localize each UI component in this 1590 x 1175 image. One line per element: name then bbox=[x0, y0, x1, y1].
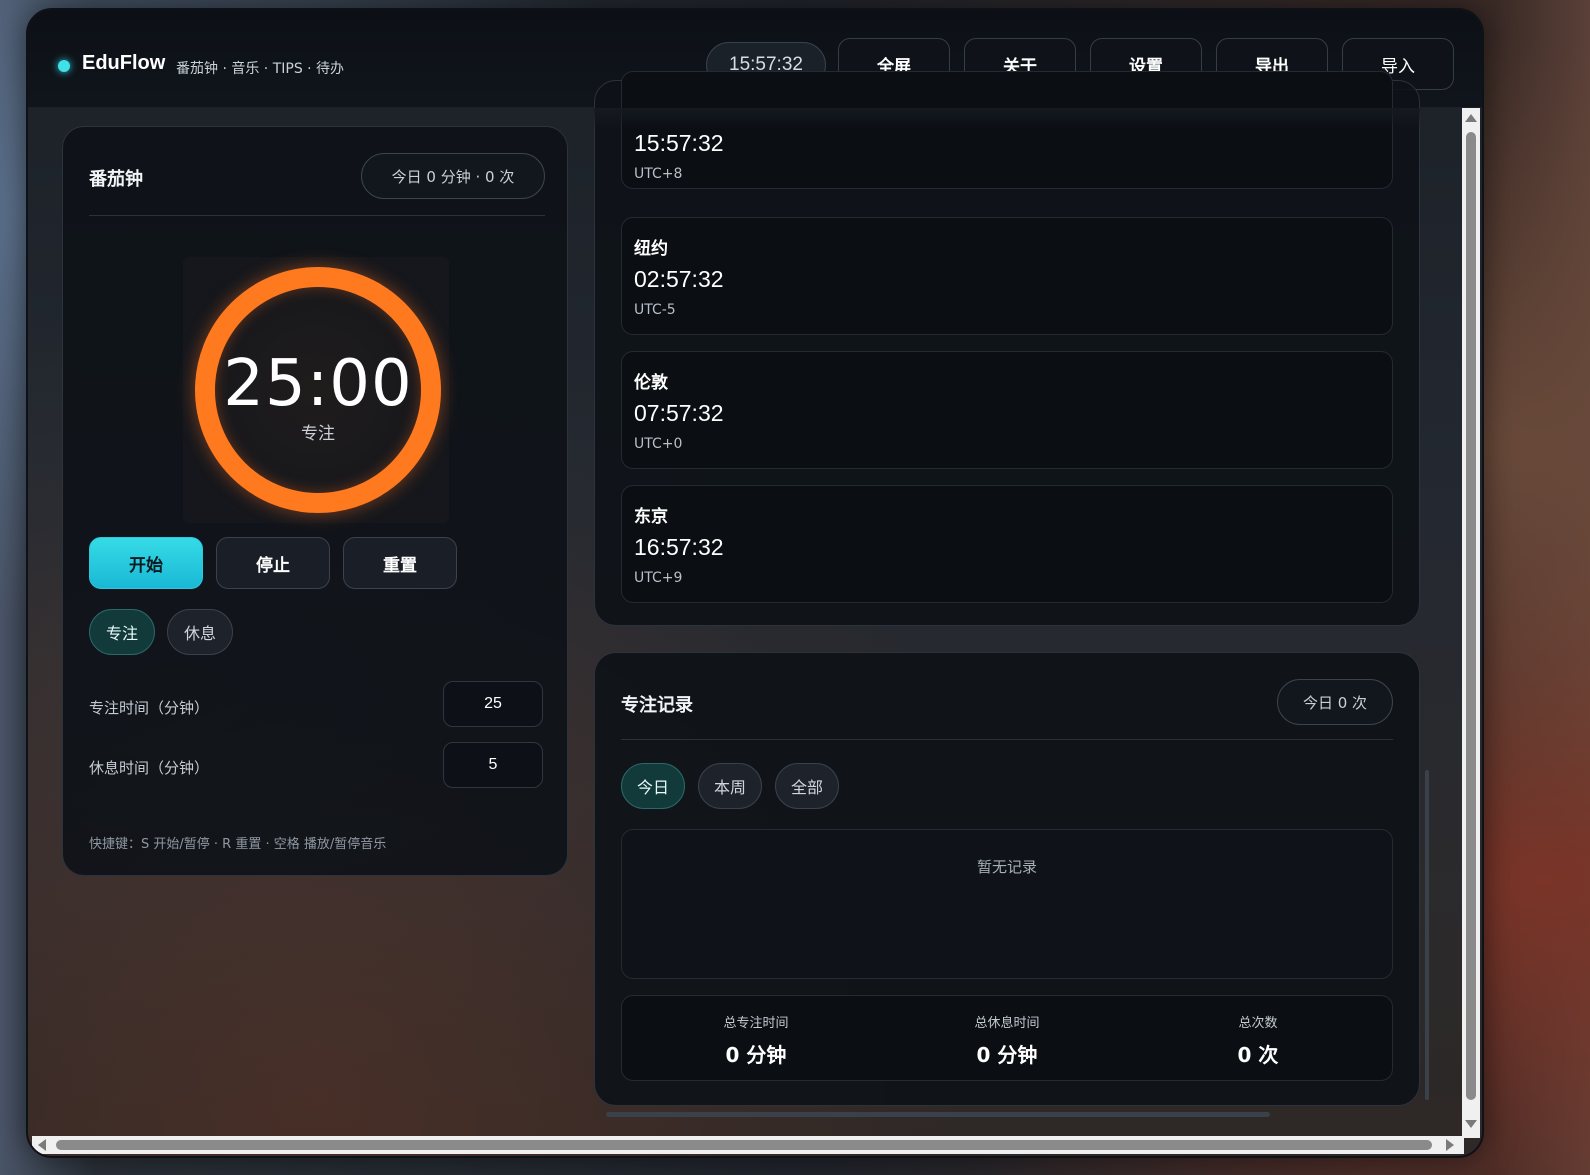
scroll-left-arrow-icon[interactable] bbox=[38, 1139, 46, 1151]
city-time: 02:57:32 bbox=[634, 266, 724, 292]
divider bbox=[621, 739, 1393, 740]
inner-vertical-scrollbar[interactable] bbox=[1422, 130, 1432, 1120]
city-timezone: UTC+0 bbox=[634, 436, 683, 452]
city-timezone: UTC+8 bbox=[634, 166, 683, 182]
city-timezone: UTC+9 bbox=[634, 570, 683, 586]
focus-duration-input[interactable]: 25 bbox=[443, 681, 543, 727]
city-time: 16:57:32 bbox=[634, 534, 724, 560]
pomodoro-panel: 番茄钟 今日 0 分钟 · 0 次 25:00 专注 开始 停止 重置 专注 休… bbox=[62, 126, 568, 876]
city-time: 07:57:32 bbox=[634, 400, 724, 426]
stat-value: 0 分钟 bbox=[725, 1043, 787, 1067]
focus-duration-label: 专注时间（分钟） bbox=[89, 699, 210, 717]
city-card: 15:57:32 UTC+8 bbox=[621, 71, 1393, 189]
stat-total-focus: 总专注时间 0 分钟 bbox=[656, 1012, 856, 1068]
brand-name: EduFlow bbox=[82, 52, 166, 74]
city-card: 纽约 02:57:32 UTC-5 bbox=[621, 217, 1393, 335]
mode-rest-tab[interactable]: 休息 bbox=[167, 609, 233, 655]
tab-week[interactable]: 本周 bbox=[698, 763, 762, 809]
inner-vertical-scroll-thumb[interactable] bbox=[1425, 770, 1429, 1100]
shortcuts-hint: 快捷键：S 开始/暂停 · R 重置 · 空格 播放/暂停音乐 bbox=[89, 837, 387, 852]
tab-all[interactable]: 全部 bbox=[775, 763, 839, 809]
city-name: 纽约 bbox=[634, 239, 668, 259]
app-window: EduFlow 番茄钟 · 音乐 · TIPS · 待办 15:57:32 全屏… bbox=[26, 8, 1484, 1158]
stat-value: 0 分钟 bbox=[976, 1043, 1038, 1067]
records-list: 暂无记录 bbox=[621, 829, 1393, 979]
inner-horizontal-scroll-thumb[interactable] bbox=[606, 1112, 1270, 1117]
scroll-down-arrow-icon[interactable] bbox=[1465, 1120, 1477, 1128]
reset-button[interactable]: 重置 bbox=[343, 537, 457, 589]
timer-mode-label: 专注 bbox=[301, 424, 335, 444]
rest-duration-label: 休息时间（分钟） bbox=[89, 759, 210, 777]
today-summary-badge: 今日 0 分钟 · 0 次 bbox=[361, 153, 545, 199]
records-today-badge: 今日 0 次 bbox=[1277, 679, 1393, 725]
rest-duration-input[interactable]: 5 bbox=[443, 742, 543, 788]
pomodoro-title: 番茄钟 bbox=[89, 169, 143, 190]
horizontal-scroll-thumb[interactable] bbox=[56, 1140, 1432, 1150]
scroll-fade bbox=[594, 108, 1420, 128]
timer-value: 25:00 bbox=[223, 347, 413, 421]
stat-value: 0 次 bbox=[1237, 1043, 1279, 1067]
records-stats: 总专注时间 0 分钟 总休息时间 0 分钟 总次数 0 次 bbox=[621, 995, 1393, 1081]
start-button[interactable]: 开始 bbox=[89, 537, 203, 589]
vertical-scroll-thumb[interactable] bbox=[1466, 132, 1476, 1100]
city-card: 东京 16:57:32 UTC+9 bbox=[621, 485, 1393, 603]
stat-label: 总次数 bbox=[1238, 1016, 1278, 1031]
world-clock-panel: 15:57:32 UTC+8 纽约 02:57:32 UTC-5 伦敦 07:5… bbox=[594, 71, 1420, 626]
city-time: 15:57:32 bbox=[634, 130, 724, 156]
records-panel: 专注记录 今日 0 次 今日 本周 全部 暂无记录 总专注时间 0 分钟 总休息… bbox=[594, 652, 1420, 1106]
vertical-scrollbar[interactable] bbox=[1462, 108, 1480, 1138]
brand-subtitle: 番茄钟 · 音乐 · TIPS · 待办 bbox=[176, 61, 345, 77]
city-name: 伦敦 bbox=[634, 373, 668, 393]
stop-button[interactable]: 停止 bbox=[216, 537, 330, 589]
status-dot-icon bbox=[58, 60, 70, 72]
city-name: 东京 bbox=[634, 507, 668, 527]
stat-total-count: 总次数 0 次 bbox=[1158, 1012, 1358, 1068]
scroll-up-arrow-icon[interactable] bbox=[1465, 114, 1477, 122]
inner-horizontal-scrollbar[interactable] bbox=[594, 1108, 1418, 1120]
city-timezone: UTC-5 bbox=[634, 302, 676, 318]
stat-label: 总专注时间 bbox=[723, 1016, 789, 1031]
scroll-right-arrow-icon[interactable] bbox=[1446, 1139, 1454, 1151]
mode-focus-tab[interactable]: 专注 bbox=[89, 609, 155, 655]
horizontal-scrollbar[interactable] bbox=[32, 1136, 1464, 1154]
divider bbox=[89, 215, 545, 216]
records-title: 专注记录 bbox=[621, 695, 693, 716]
stat-label: 总休息时间 bbox=[974, 1016, 1040, 1031]
stat-total-rest: 总休息时间 0 分钟 bbox=[907, 1012, 1107, 1068]
tab-today[interactable]: 今日 bbox=[621, 763, 685, 809]
city-card: 伦敦 07:57:32 UTC+0 bbox=[621, 351, 1393, 469]
empty-state-text: 暂无记录 bbox=[976, 858, 1037, 876]
